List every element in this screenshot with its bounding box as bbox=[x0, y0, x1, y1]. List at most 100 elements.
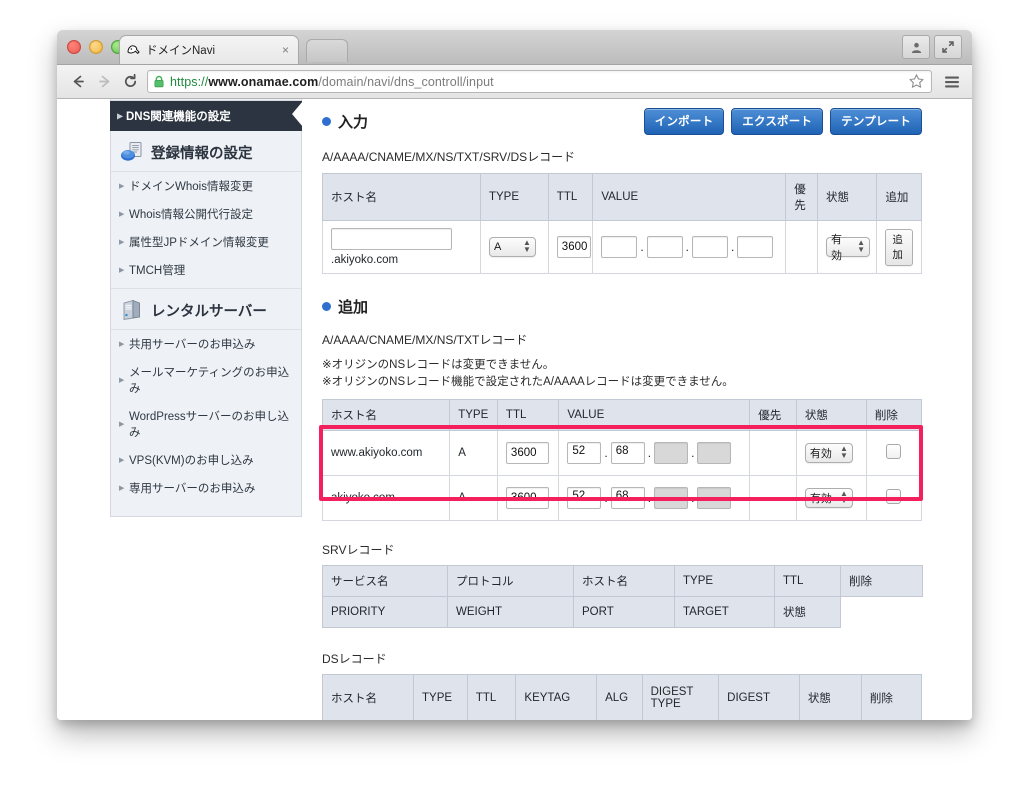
octet-3-input[interactable] bbox=[692, 236, 728, 258]
octet-1-input[interactable] bbox=[601, 236, 638, 258]
chevron-right-icon: ▶ bbox=[119, 341, 125, 348]
ttl-input[interactable]: 3600 bbox=[556, 236, 591, 258]
octet-1-input[interactable]: 52 bbox=[567, 441, 602, 464]
cell-state: 有効 ▲ ▼ bbox=[817, 220, 878, 274]
screenshot-root: ドメインNavi × https://www.onamae.com/domain… bbox=[0, 0, 1024, 791]
col-delete: 削除 bbox=[860, 673, 923, 720]
sidebar-item-mail-marketing[interactable]: ▶ メールマーケティングのお申込み bbox=[111, 358, 301, 402]
srv-record-label: SRVレコード bbox=[322, 542, 395, 557]
ttl-input[interactable]: 3600 bbox=[505, 441, 549, 464]
sidebar-item-label: 専用サーバーのお申込み bbox=[129, 483, 256, 495]
col-digest: DIGEST bbox=[718, 673, 800, 720]
delete-checkbox[interactable] bbox=[886, 488, 902, 504]
url-path: /domain/navi/dns_controll/input bbox=[318, 74, 494, 89]
cell-ttl: 3600 bbox=[496, 474, 560, 521]
close-tab-icon[interactable]: × bbox=[279, 44, 292, 56]
ttl-input[interactable]: 3600 bbox=[505, 486, 549, 509]
back-arrow-icon[interactable] bbox=[65, 69, 91, 95]
cell-value: 52 . 68 . . bbox=[558, 429, 751, 476]
col-protocol: プロトコル bbox=[447, 564, 574, 597]
address-bar-url: https://www.onamae.com/domain/navi/dns_c… bbox=[170, 75, 494, 89]
database-icon bbox=[120, 141, 144, 163]
sidebar-group-rental-server: レンタルサーバー bbox=[111, 289, 301, 330]
sidebar-item-dedicated-server[interactable]: ▶ 専用サーバーのお申込み bbox=[111, 474, 301, 502]
star-icon[interactable] bbox=[908, 73, 926, 91]
sidebar-item-jp-domain-info-change[interactable]: ▶ 属性型JPドメイン情報変更 bbox=[111, 228, 301, 256]
value-octet-group: 52 . 68 . . bbox=[567, 441, 741, 464]
col-state: 状態 bbox=[795, 398, 867, 431]
srv-record-table: サービス名 プロトコル ホスト名 TYPE TTL 削除 PRIORITY WE… bbox=[322, 564, 923, 628]
stepper-icon: ▲ ▼ bbox=[839, 443, 848, 460]
sidebar-item-tmch-management[interactable]: ▶ TMCH管理 bbox=[111, 256, 301, 284]
col-state: 状態 bbox=[774, 595, 841, 628]
sidebar-item-label: 属性型JPドメイン情報変更 bbox=[129, 237, 269, 249]
import-button[interactable]: インポート bbox=[643, 108, 725, 135]
hostname-input[interactable] bbox=[331, 228, 452, 250]
template-button[interactable]: テンプレート bbox=[830, 108, 922, 135]
main-content: 入力 インポート エクスポート テンプレート A/AAAA/CNAME/MX/N… bbox=[319, 99, 923, 720]
state-select[interactable]: 有効 ▲ ▼ bbox=[826, 234, 871, 262]
new-tab-button[interactable] bbox=[306, 39, 348, 62]
add-record-table: ホスト名 TYPE TTL VALUE 優先 状態 削除 www.akiyoko… bbox=[321, 398, 923, 521]
fullscreen-icon[interactable] bbox=[934, 35, 962, 59]
ds-record-table: ホスト名 TYPE TTL KEYTAG ALG DIGEST TYPE DIG… bbox=[321, 673, 923, 720]
octet-4-input[interactable] bbox=[737, 236, 774, 258]
add-section-title: 追加 bbox=[322, 296, 922, 317]
col-service-name: サービス名 bbox=[322, 564, 448, 597]
page-viewport: ▶ DNS関連機能の設定 登録情報の設定 ▶ ドメインWhois情報変更 ▶ W… bbox=[57, 99, 972, 720]
sidebar-item-label: 共用サーバーのお申込み bbox=[129, 339, 256, 351]
bullet-icon bbox=[322, 302, 331, 311]
sidebar-item-label: ドメインWhois情報変更 bbox=[129, 181, 253, 193]
export-button[interactable]: エクスポート bbox=[731, 108, 824, 135]
delete-checkbox[interactable] bbox=[886, 443, 902, 459]
browser-tab-title: ドメインNavi bbox=[146, 45, 216, 57]
octet-3-input[interactable] bbox=[654, 441, 689, 464]
add-record-button[interactable]: 追加 bbox=[885, 228, 913, 266]
octet-2-input[interactable]: 68 bbox=[610, 486, 645, 509]
sidebar-item-label: メールマーケティングのお申込み bbox=[129, 367, 290, 395]
sidebar-item-vps-kvm[interactable]: ▶ VPS(KVM)のお申し込み bbox=[111, 446, 301, 474]
hamburger-menu-icon[interactable] bbox=[940, 70, 964, 94]
cell-delete bbox=[865, 429, 923, 476]
type-select[interactable]: A ▲ ▼ bbox=[488, 237, 536, 257]
close-window-button[interactable] bbox=[67, 40, 81, 54]
sidebar-item-whois-proxy-settings[interactable]: ▶ Whois情報公開代行設定 bbox=[111, 200, 301, 228]
col-ttl: TTL bbox=[496, 398, 560, 431]
table-header-row: サービス名 プロトコル ホスト名 TYPE TTL 削除 bbox=[322, 564, 923, 597]
browser-tab[interactable]: ドメインNavi × bbox=[119, 35, 299, 64]
sidebar-item-shared-server[interactable]: ▶ 共用サーバーのお申込み bbox=[111, 330, 301, 358]
octet-separator: . bbox=[731, 240, 735, 254]
table-row: .akiyoko.com A ▲ ▼ 3600 . . . 有効 ▲ ▼ 追加 bbox=[322, 220, 922, 274]
sidebar-item-domain-whois-change[interactable]: ▶ ドメインWhois情報変更 bbox=[111, 172, 301, 200]
lock-icon bbox=[153, 75, 165, 88]
sidebar-item-label: TMCH管理 bbox=[129, 265, 186, 277]
reload-icon[interactable] bbox=[117, 69, 143, 95]
octet-4-input[interactable] bbox=[697, 486, 732, 509]
value-octet-group: . . . bbox=[601, 236, 777, 258]
col-ttl: TTL bbox=[774, 564, 841, 597]
minimize-window-button[interactable] bbox=[89, 40, 103, 54]
state-select[interactable]: 有効 ▲ ▼ bbox=[804, 487, 853, 508]
octet-3-input[interactable] bbox=[654, 486, 689, 509]
octet-separator: . bbox=[647, 445, 652, 460]
col-delete: 削除 bbox=[840, 564, 923, 597]
chevron-right-icon: ▶ bbox=[119, 183, 125, 190]
sidebar-item-wordpress-server[interactable]: ▶ WordPressサーバーのお申し込み bbox=[111, 402, 301, 446]
octet-separator: . bbox=[604, 445, 608, 460]
forward-arrow-icon bbox=[91, 69, 117, 95]
sidebar-item-dns-settings[interactable]: ▶ DNS関連機能の設定 bbox=[110, 101, 303, 131]
profile-icon[interactable] bbox=[902, 35, 930, 59]
table-row: www.akiyoko.com A 3600 52 . 68 . . 有効 ▲ … bbox=[321, 429, 923, 476]
cell-priority bbox=[749, 429, 797, 476]
state-select[interactable]: 有効 ▲ ▼ bbox=[804, 442, 853, 463]
col-hostname: ホスト名 bbox=[322, 173, 481, 221]
octet-1-input[interactable]: 52 bbox=[567, 486, 602, 509]
octet-separator: . bbox=[604, 490, 608, 505]
sidebar-item-label: WordPressサーバーのお申し込み bbox=[129, 411, 290, 439]
octet-2-input[interactable]: 68 bbox=[610, 441, 645, 464]
octet-4-input[interactable] bbox=[697, 441, 732, 464]
sidebar-group-title: 登録情報の設定 bbox=[151, 145, 253, 162]
col-priority: 優先 bbox=[749, 398, 797, 431]
octet-2-input[interactable] bbox=[646, 236, 683, 258]
address-bar[interactable]: https://www.onamae.com/domain/navi/dns_c… bbox=[147, 70, 932, 93]
